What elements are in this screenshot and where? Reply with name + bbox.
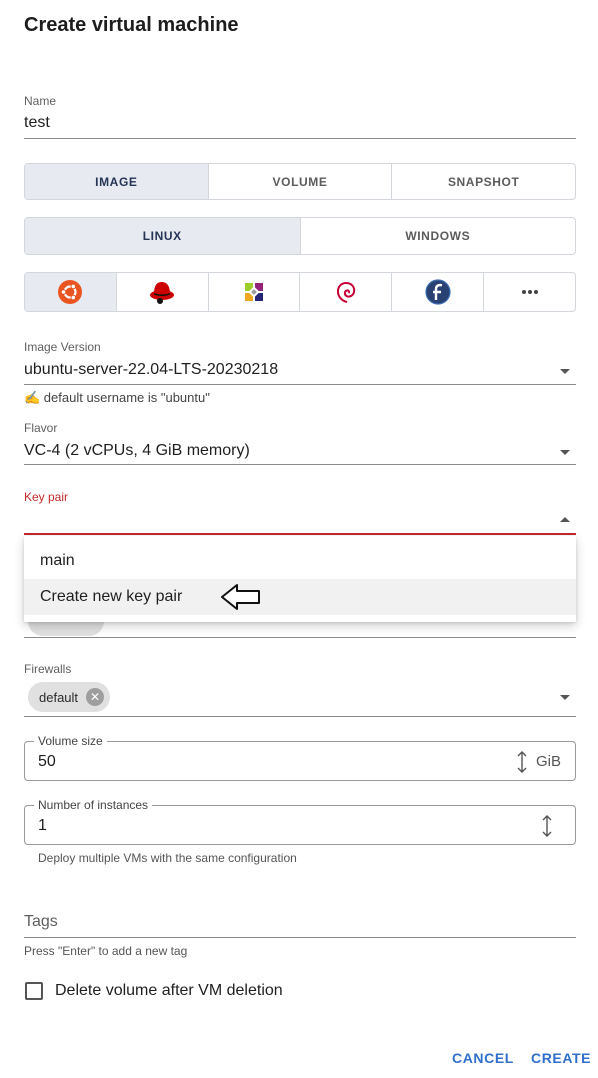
distro-redhat[interactable]	[117, 273, 209, 311]
instances-helper: Deploy multiple VMs with the same config…	[38, 851, 297, 865]
name-input[interactable]: test	[24, 114, 50, 132]
firewalls-underline	[24, 716, 576, 717]
tab-snapshot[interactable]: SNAPSHOT	[392, 164, 575, 199]
firewall-chip-label: default	[39, 689, 79, 705]
os-family-tabs: LINUX WINDOWS	[24, 217, 576, 255]
key-pair-option-main[interactable]: main	[24, 543, 576, 579]
chevron-up-icon[interactable]	[560, 517, 570, 522]
ubuntu-icon	[58, 280, 83, 304]
volume-size-label: Volume size	[34, 734, 107, 748]
chevron-down-icon[interactable]	[560, 450, 570, 455]
distro-ubuntu[interactable]	[25, 273, 117, 311]
image-version-hint: ✍ default username is "ubuntu"	[24, 390, 210, 405]
key-pair-label: Key pair	[24, 490, 69, 504]
key-pair-option-create[interactable]: Create new key pair	[24, 579, 576, 615]
distro-fedora[interactable]	[392, 273, 485, 311]
name-label: Name	[24, 94, 57, 108]
distro-selector	[24, 272, 576, 312]
tags-input[interactable]: Tags	[24, 913, 58, 931]
cancel-button[interactable]: CANCEL	[452, 1050, 514, 1066]
tab-linux[interactable]: LINUX	[25, 218, 301, 254]
delete-volume-checkbox[interactable]	[25, 982, 43, 1000]
debian-icon	[336, 282, 356, 303]
delete-volume-label[interactable]: Delete volume after VM deletion	[55, 982, 283, 1000]
tab-windows[interactable]: WINDOWS	[301, 218, 576, 254]
image-version-label: Image Version	[24, 340, 101, 354]
volume-size-input[interactable]: 50	[38, 753, 56, 771]
image-version-underline	[24, 384, 576, 385]
instances-field[interactable]: Number of instances 1	[24, 798, 576, 845]
tab-volume[interactable]: VOLUME	[209, 164, 393, 199]
name-underline	[24, 138, 576, 139]
stepper-icon[interactable]	[516, 751, 528, 773]
dialog-title: Create virtual machine	[24, 14, 239, 36]
firewalls-label: Firewalls	[24, 662, 72, 676]
fedora-icon	[425, 279, 451, 305]
key-pair-dropdown: main Create new key pair	[24, 536, 576, 622]
close-icon[interactable]: ✕	[86, 688, 105, 706]
key-pair-underline	[24, 533, 576, 535]
redhat-icon	[150, 282, 175, 304]
more-icon	[521, 290, 538, 294]
create-key-pair-label: Create new key pair	[40, 588, 183, 605]
volume-size-unit: GiB	[535, 753, 561, 770]
distro-debian[interactable]	[300, 273, 393, 311]
flavor-value[interactable]: VC-4 (2 vCPUs, 4 GiB memory)	[24, 442, 250, 460]
create-button[interactable]: CREATE	[531, 1050, 591, 1066]
arrow-left-icon	[221, 584, 261, 610]
distro-more[interactable]	[484, 273, 575, 311]
source-tabs: IMAGE VOLUME SNAPSHOT	[24, 163, 576, 200]
distro-centos[interactable]	[209, 273, 301, 311]
image-version-value[interactable]: ubuntu-server-22.04-LTS-20230218	[24, 361, 278, 379]
stepper-icon[interactable]	[541, 815, 553, 837]
instances-input[interactable]: 1	[38, 817, 47, 835]
security-group-underline	[24, 637, 576, 638]
flavor-label: Flavor	[24, 421, 58, 435]
chevron-down-icon[interactable]	[560, 695, 570, 700]
firewall-chip[interactable]: default ✕	[28, 682, 111, 712]
volume-size-field[interactable]: Volume size 50 GiB	[24, 734, 576, 781]
tab-image[interactable]: IMAGE	[25, 164, 209, 199]
flavor-underline	[24, 464, 576, 465]
tags-helper: Press "Enter" to add a new tag	[24, 944, 188, 958]
centos-icon	[245, 283, 264, 301]
tags-underline	[24, 937, 576, 938]
chevron-down-icon[interactable]	[560, 369, 570, 374]
instances-label: Number of instances	[34, 798, 153, 812]
